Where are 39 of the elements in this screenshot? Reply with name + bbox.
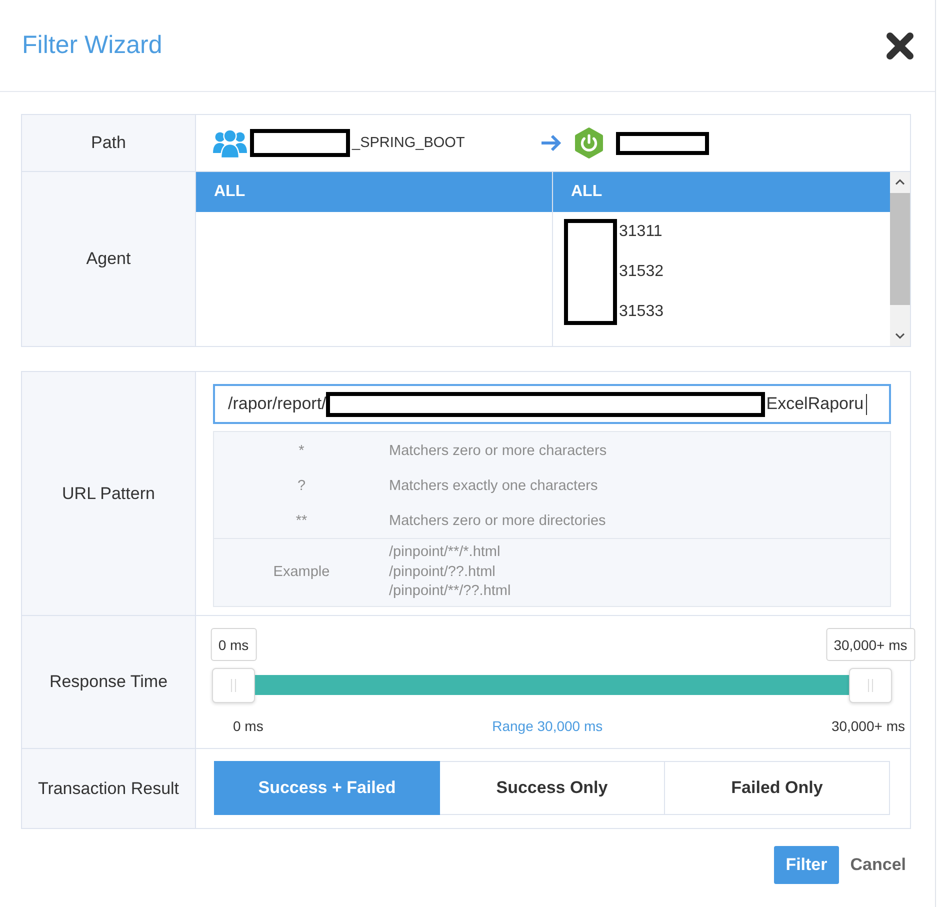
close-icon[interactable] <box>885 30 915 60</box>
scroll-up-icon[interactable] <box>895 179 905 185</box>
slider-handle[interactable] <box>212 668 255 703</box>
pattern-symbol: ** <box>296 512 308 528</box>
range-value-label: Range 30,000 ms <box>492 718 603 734</box>
thumb-value-label: 0 ms <box>210 628 257 661</box>
row-label: Path <box>22 115 196 171</box>
agent-list-item[interactable]: 31533 <box>553 292 890 332</box>
scrollbar[interactable] <box>890 172 910 346</box>
application-name: _SPRING_BOOT <box>352 135 465 151</box>
window-title: Filter Wizard <box>22 31 162 60</box>
cancel-button[interactable]: Cancel <box>845 846 911 884</box>
min-value-label: 0 ms <box>233 718 264 734</box>
pattern-symbol: ? <box>297 478 306 494</box>
agent-list-item[interactable]: 31311 <box>553 212 890 252</box>
slider-handle[interactable] <box>849 668 892 703</box>
pattern-description: Matchers zero or more directories <box>389 512 606 528</box>
result-option-button[interactable]: Failed Only <box>665 761 890 815</box>
example-path: /pinpoint/**/??.html <box>389 582 511 601</box>
thumb-value-label: 30,000+ ms <box>826 628 916 661</box>
example-path: /pinpoint/**/*.html <box>389 543 502 562</box>
row-label: URL Pattern <box>22 372 196 615</box>
scrollbar-thumb[interactable] <box>890 193 910 305</box>
pattern-symbol: * <box>298 442 304 458</box>
example-label: Example <box>273 564 330 580</box>
power-hexagon-icon <box>573 127 605 159</box>
result-option-button[interactable]: Success Only <box>440 761 665 815</box>
example-path: /pinpoint/??.html <box>389 562 496 582</box>
pattern-description: Matchers zero or more characters <box>389 442 607 458</box>
row-label: Response Time <box>22 616 196 748</box>
max-value-label: 30,000+ ms <box>831 718 905 734</box>
scroll-down-icon[interactable] <box>895 333 905 339</box>
pattern-description: Matchers exactly one characters <box>389 478 598 494</box>
user-group-icon <box>213 128 247 158</box>
arrow-right-icon <box>540 134 562 152</box>
url-pattern-field[interactable]: /rapor/report/ ExcelRaporu <box>213 384 891 424</box>
agent-list-item[interactable]: 31532 <box>553 252 890 292</box>
row-label: Transaction Result <box>22 749 196 828</box>
row-label: Agent <box>22 172 196 346</box>
